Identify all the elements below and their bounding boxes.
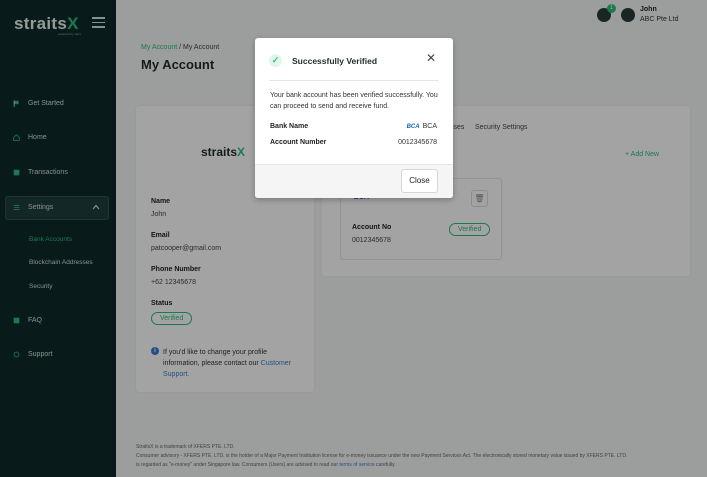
bank-name-value: BCA BCA <box>406 123 437 130</box>
divider <box>269 80 439 81</box>
close-button[interactable]: Close <box>401 169 438 193</box>
account-number-label: Account Number <box>270 139 327 146</box>
account-number-value: 0012345678 <box>398 139 437 146</box>
modal-title: Successfully Verified <box>292 56 378 66</box>
close-icon[interactable]: ✕ <box>426 51 436 65</box>
check-icon: ✓ <box>269 54 282 67</box>
bank-name-label: Bank Name <box>270 123 309 130</box>
bca-logo-icon: BCA <box>406 124 420 130</box>
success-modal: ✓ Successfully Verified ✕ Your bank acco… <box>255 38 453 198</box>
modal-message: Your bank account has been verified succ… <box>270 92 438 110</box>
modal-footer: Close <box>255 164 453 198</box>
